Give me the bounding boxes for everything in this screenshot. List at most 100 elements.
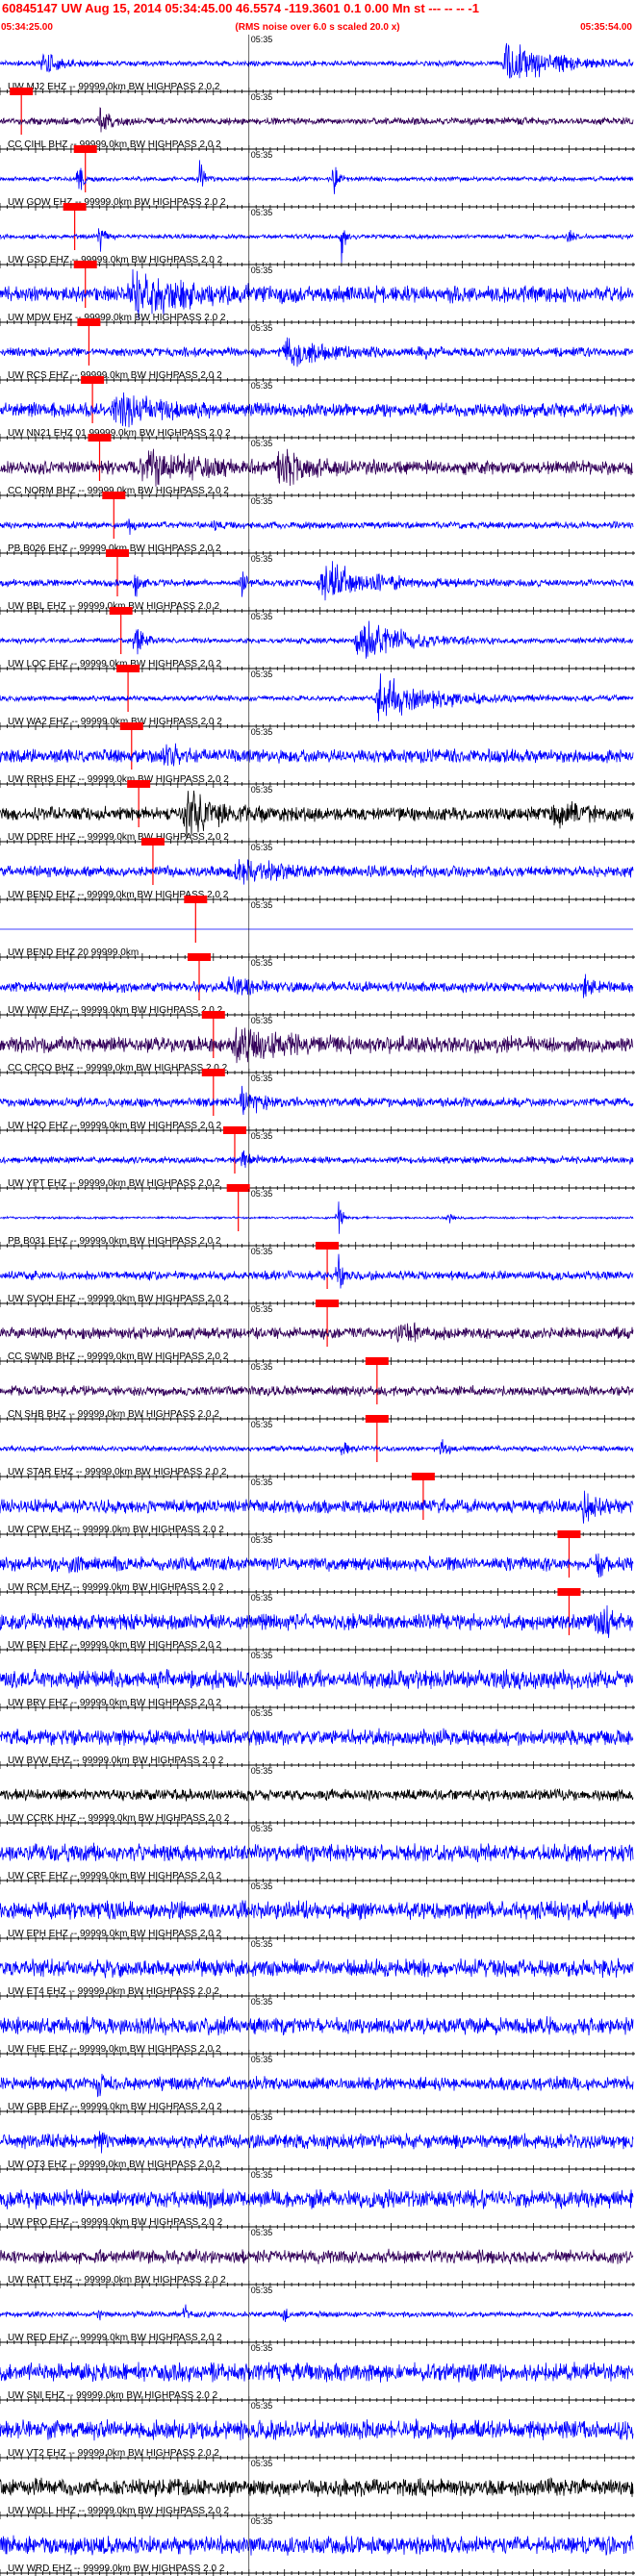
phase-pick-marker bbox=[81, 376, 105, 384]
station-label: UW GBB EHZ -- 99999.0km BW HIGHPASS 2.0 … bbox=[8, 2102, 222, 2112]
minute-marker-label: 05:35 bbox=[251, 669, 273, 679]
station-label: CC SWNB BHZ -- 99999.0km BW HIGHPASS 2.0… bbox=[8, 1351, 229, 1362]
station-label: UW BEND EHZ 20 99999.0km bbox=[8, 947, 139, 958]
minute-marker-label: 05:35 bbox=[251, 1016, 273, 1025]
station-label: UW PRO EHZ -- 99999.0km BW HIGHPASS 2.0 … bbox=[8, 2217, 223, 2228]
station-label: UW WRD EHZ -- 99999.0km BW HIGHPASS 2.0 … bbox=[8, 2563, 225, 2574]
station-label: UW LOC EHZ -- 99999.0km BW HIGHPASS 2.0 … bbox=[8, 659, 222, 669]
minute-marker-label: 05:35 bbox=[251, 2170, 273, 2180]
minute-marker-label: 05:35 bbox=[251, 2343, 273, 2353]
phase-pick-marker bbox=[188, 953, 212, 961]
station-label: UW WIW EHZ -- 99999.0km BW HIGHPASS 2.0 … bbox=[8, 1005, 223, 1016]
minute-marker-label: 05:35 bbox=[251, 1131, 273, 1141]
station-label: UW CPW EHZ -- 99999.0km BW HIGHPASS 2.0 … bbox=[8, 1525, 224, 1535]
phase-pick-marker bbox=[116, 665, 140, 672]
minute-marker-label: 05:35 bbox=[251, 785, 273, 795]
minute-marker-label: 05:35 bbox=[251, 1766, 273, 1776]
minute-marker-label: 05:35 bbox=[251, 2286, 273, 2295]
minute-marker-label: 05:35 bbox=[251, 496, 273, 506]
station-label: UW H2O EHZ -- 99999.0km BW HIGHPASS 2.0 … bbox=[8, 1121, 222, 1131]
station-label: UW BRV EHZ -- 99999.0km BW HIGHPASS 2.0 … bbox=[8, 1698, 221, 1708]
minute-marker-label: 05:35 bbox=[251, 612, 273, 621]
phase-pick-marker bbox=[201, 1069, 225, 1076]
minute-marker-label: 05:35 bbox=[251, 1189, 273, 1199]
station-label: UW VT2 EHZ -- 99999.0km BW HIGHPASS 2.0 … bbox=[8, 2448, 219, 2459]
minute-marker-label: 05:35 bbox=[251, 1651, 273, 1660]
minute-marker-label: 05:35 bbox=[251, 265, 273, 275]
minute-marker-label: 05:35 bbox=[251, 1939, 273, 1949]
station-label: UW MDW EHZ -- 99999.0km BW HIGHPASS 2.0 … bbox=[8, 313, 226, 323]
station-label: UW RRHS EHZ -- 99999.0km BW HIGHPASS 2.0… bbox=[8, 774, 229, 785]
phase-pick-marker bbox=[73, 261, 97, 268]
station-label: UW WA2 EHZ -- 99999.0km BW HIGHPASS 2.0 … bbox=[8, 717, 222, 727]
plot-title: 60845147 UW Aug 15, 2014 05:34:45.00 46.… bbox=[2, 1, 479, 15]
phase-pick-marker bbox=[119, 722, 143, 730]
phase-pick-marker bbox=[316, 1242, 340, 1250]
station-label: PB B031 EHZ -- 99999.0km BW HIGHPASS 2.0… bbox=[8, 1236, 221, 1247]
minute-marker-label: 05:35 bbox=[251, 2228, 273, 2237]
minute-marker-label: 05:35 bbox=[251, 1247, 273, 1256]
station-label: UW NN21 EHZ 01 99999.0km BW HIGHPASS 2.0… bbox=[8, 428, 231, 439]
phase-pick-marker bbox=[102, 492, 126, 499]
phase-pick-marker bbox=[73, 145, 97, 153]
minute-marker-label: 05:35 bbox=[251, 1881, 273, 1891]
minute-marker-label: 05:35 bbox=[251, 2055, 273, 2064]
minute-marker-label: 05:35 bbox=[251, 2401, 273, 2411]
station-label: UW SNI EHZ -- 99999.0km BW HIGHPASS 2.0 … bbox=[8, 2390, 218, 2401]
minute-marker-label: 05:35 bbox=[251, 554, 273, 564]
minute-marker-label: 05:35 bbox=[251, 1420, 273, 1429]
station-label: UW FHE EHZ -- 99999.0km BW HIGHPASS 2.0 … bbox=[8, 2044, 221, 2055]
station-label: UW RCS EHZ -- 99999.0km BW HIGHPASS 2.0 … bbox=[8, 370, 222, 381]
station-label: UW DDRF HHZ -- 99999.0km BW HIGHPASS 2.0… bbox=[8, 832, 229, 843]
minute-marker-label: 05:35 bbox=[251, 1824, 273, 1833]
phase-pick-marker bbox=[557, 1530, 581, 1538]
phase-pick-marker bbox=[140, 838, 165, 846]
phase-pick-marker bbox=[88, 434, 112, 442]
station-label: UW MJ2 EHZ -- 99999.0km BW HIGHPASS 2.0 … bbox=[8, 82, 220, 92]
minute-marker-label: 05:35 bbox=[251, 2112, 273, 2122]
station-label: UW RCM EHZ -- 99999.0km BW HIGHPASS 2.0 … bbox=[8, 1582, 224, 1593]
station-label: CC CIHL BHZ -- 99999.0km BW HIGHPASS 2.0… bbox=[8, 139, 221, 150]
phase-pick-marker bbox=[201, 1011, 225, 1019]
station-label: UW STAR EHZ -- 99999.0km BW HIGHPASS 2.0… bbox=[8, 1467, 227, 1477]
station-label: UW SVOH EHZ -- 99999.0km BW HIGHPASS 2.0… bbox=[8, 1294, 229, 1304]
phase-pick-marker bbox=[105, 549, 129, 557]
minute-marker-label: 05:35 bbox=[251, 35, 273, 44]
minute-marker-label: 05:35 bbox=[251, 1362, 273, 1372]
minute-marker-label: 05:35 bbox=[251, 958, 273, 968]
station-label: UW GSD EHZ -- 99999.0km BW HIGHPASS 2.0 … bbox=[8, 255, 223, 265]
station-label: UW RATT EHZ -- 99999.0km BW HIGHPASS 2.0… bbox=[8, 2275, 226, 2286]
phase-pick-marker bbox=[557, 1588, 581, 1596]
minute-marker-label: 05:35 bbox=[251, 1535, 273, 1545]
station-label: UW YPT EHZ -- 99999.0km BW HIGHPASS 2.0 … bbox=[8, 1178, 220, 1189]
minute-marker-label: 05:35 bbox=[251, 2516, 273, 2526]
phase-pick-marker bbox=[222, 1126, 246, 1134]
minute-marker-label: 05:35 bbox=[251, 1073, 273, 1083]
minute-marker-label: 05:35 bbox=[251, 900, 273, 910]
station-label: UW GOW EHZ -- 99999.0km BW HIGHPASS 2.0 … bbox=[8, 197, 226, 208]
station-label: CN SHB BHZ -- 99999.0km BW HIGHPASS 2.0 … bbox=[8, 1409, 219, 1420]
minute-marker-label: 05:35 bbox=[251, 323, 273, 333]
station-label: UW OT3 EHZ -- 99999.0km BW HIGHPASS 2.0 … bbox=[8, 2159, 220, 2170]
phase-pick-marker bbox=[365, 1415, 389, 1423]
station-label: UW BEN EHZ -- 99999.0km BW HIGHPASS 2.0 … bbox=[8, 1640, 222, 1651]
phase-pick-marker bbox=[365, 1357, 389, 1365]
plot-background bbox=[0, 0, 635, 2576]
station-label: UW CRF EHZ -- 99999.0km BW HIGHPASS 2.0 … bbox=[8, 1871, 222, 1881]
station-label: UW CCRK HHZ -- 99999.0km BW HIGHPASS 2.0… bbox=[8, 1813, 230, 1824]
minute-marker-label: 05:35 bbox=[251, 381, 273, 391]
minute-marker-label: 05:35 bbox=[251, 727, 273, 737]
start-time-label: 05:34:25.00 bbox=[1, 22, 53, 33]
minute-marker-label: 05:35 bbox=[251, 1997, 273, 2007]
minute-marker-label: 05:35 bbox=[251, 439, 273, 448]
station-label: UW RED EHZ -- 99999.0km BW HIGHPASS 2.0 … bbox=[8, 2333, 222, 2343]
minute-marker-label: 05:35 bbox=[251, 150, 273, 160]
plot-subtitle: (RMS noise over 6.0 s scaled 20.0 x) bbox=[235, 22, 399, 33]
phase-pick-marker bbox=[316, 1300, 340, 1307]
station-label: UW EPH EHZ -- 99999.0km BW HIGHPASS 2.0 … bbox=[8, 1929, 222, 1939]
station-label: UW ET4 EHZ -- 99999.0km BW HIGHPASS 2.0 … bbox=[8, 1986, 219, 1997]
phase-pick-marker bbox=[411, 1473, 435, 1480]
minute-marker-label: 05:35 bbox=[251, 1477, 273, 1487]
station-label: UW BVW EHZ -- 99999.0km BW HIGHPASS 2.0 … bbox=[8, 1755, 224, 1766]
station-label: UW WOLL HHZ -- 99999.0km BW HIGHPASS 2.0… bbox=[8, 2506, 229, 2516]
